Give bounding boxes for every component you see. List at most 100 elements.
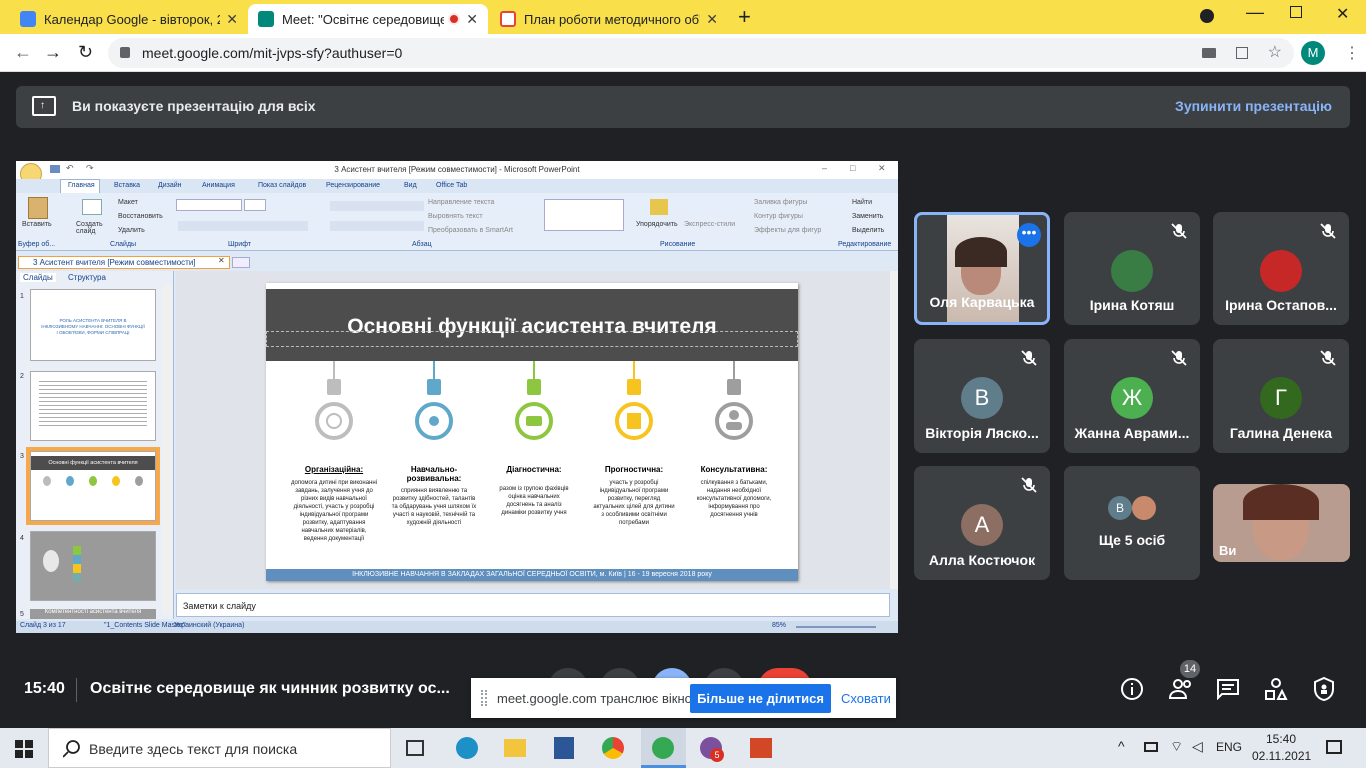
info-icon[interactable] — [1120, 677, 1144, 701]
zoom-level[interactable]: 85% — [772, 622, 786, 629]
tab-gmail[interactable]: План роботи методичного об'є ✕ — [490, 4, 728, 34]
layout-button[interactable]: Макет — [118, 199, 138, 206]
chat-icon[interactable] — [1216, 678, 1240, 700]
bookmark-star-icon[interactable]: ☆ — [1268, 38, 1282, 68]
wifi-icon[interactable]: ⌔ — [1170, 738, 1183, 756]
replace-button[interactable]: Заменить — [852, 213, 883, 220]
reset-button[interactable]: Восстановить — [118, 213, 163, 220]
profile-avatar[interactable]: M — [1301, 41, 1325, 65]
more-participants-tile[interactable]: В Ще 5 осіб — [1064, 466, 1200, 580]
forward-icon[interactable]: → — [44, 42, 62, 63]
powerpoint-icon[interactable] — [750, 738, 772, 758]
tab-meet[interactable]: Meet: "Освітнє середовище ✕ — [248, 4, 488, 34]
participant-tile[interactable]: Ірина Остапов... — [1213, 212, 1349, 325]
ribbon-tab[interactable]: Анимация — [202, 182, 235, 189]
word-icon[interactable] — [554, 737, 574, 759]
slide-thumbnail[interactable]: РОЛЬ АСИСТЕНТА ВЧИТЕЛЯ В ІНКЛЮЗИВНОМУ НА… — [30, 289, 156, 361]
slide-thumbnail-selected[interactable]: Основні функції асистента вчителя — [30, 451, 156, 521]
ppt-maximize[interactable]: □ — [850, 163, 855, 173]
people-icon[interactable] — [1168, 678, 1194, 700]
list-buttons[interactable] — [330, 201, 424, 211]
ribbon-tab[interactable]: Office Tab — [436, 182, 467, 189]
participant-tile[interactable]: А Алла Костючок — [914, 466, 1050, 580]
input-language[interactable]: ENG — [1216, 740, 1242, 754]
shape-outline-button[interactable]: Контур фигуры — [754, 213, 803, 220]
slide-thumbnail[interactable] — [30, 531, 156, 601]
url-field[interactable]: meet.google.com/mit-jvps-sfy?authuser=0 … — [108, 38, 1294, 68]
document-tab[interactable]: 3 Асистент вчителя [Режим совместимости] — [18, 256, 230, 269]
close-icon[interactable]: ✕ — [226, 11, 238, 28]
quick-styles-label[interactable]: Экспресс-стили — [684, 221, 735, 228]
reload-icon[interactable]: ↻ — [78, 42, 93, 63]
participant-tile-speaking[interactable]: ••• Оля Карвацька — [914, 212, 1050, 325]
participant-tile[interactable]: Ж Жанна Аврами... — [1064, 339, 1200, 453]
slides-pane-scrollbar[interactable] — [162, 285, 172, 615]
task-view-icon[interactable] — [406, 740, 424, 756]
close-icon[interactable]: ✕ — [218, 256, 225, 265]
camera-icon[interactable] — [1202, 48, 1216, 58]
participant-tile[interactable]: В Вікторія Ляско... — [914, 339, 1050, 453]
self-view-tile[interactable]: Ви — [1213, 484, 1350, 562]
tab-search-icon[interactable] — [1200, 9, 1214, 23]
new-tab-button[interactable]: + — [738, 4, 751, 30]
notes-pane[interactable]: Заметки к слайду — [176, 593, 890, 617]
battery-icon[interactable] — [1144, 742, 1158, 752]
drag-handle-icon[interactable] — [481, 690, 487, 706]
paste-icon[interactable] — [28, 197, 48, 219]
slide-thumbnail[interactable]: Компетентності асистента вчителя — [30, 609, 156, 619]
restore-button[interactable] — [1290, 6, 1302, 18]
close-icon[interactable]: ✕ — [466, 11, 478, 28]
volume-icon[interactable]: ◁ — [1192, 738, 1203, 755]
taskbar-search-box[interactable]: Введите здесь текст для поиска — [48, 728, 391, 768]
chrome-profile-icon[interactable] — [652, 737, 674, 759]
tab-calendar[interactable]: Календар Google - вівторок, 2 л ✕ — [10, 4, 248, 34]
shapes-gallery[interactable] — [544, 199, 624, 231]
text-direction-button[interactable]: Направление текста — [428, 199, 494, 206]
font-size-field[interactable] — [244, 199, 266, 211]
zoom-slider[interactable] — [796, 626, 876, 628]
participant-tile[interactable]: Ірина Котяш — [1064, 212, 1200, 325]
host-controls-icon[interactable] — [1312, 676, 1336, 702]
ribbon-tab[interactable]: Вид — [404, 182, 417, 189]
notifications-icon[interactable] — [1326, 740, 1342, 754]
ppt-close[interactable]: ✕ — [878, 163, 886, 174]
menu-kebab-icon[interactable]: ⋮ — [1344, 43, 1360, 63]
participant-tile[interactable]: Г Галина Денека — [1213, 339, 1349, 453]
close-icon[interactable]: ✕ — [706, 11, 718, 28]
more-options-icon[interactable]: ••• — [1017, 223, 1041, 247]
find-button[interactable]: Найти — [852, 199, 872, 206]
shape-effects-button[interactable]: Эффекты для фигур — [754, 227, 821, 234]
current-slide[interactable]: Основні функції асистента вчителя Органі… — [266, 283, 798, 581]
align-text-button[interactable]: Выровнять текст — [428, 213, 483, 220]
pane-tab-slides[interactable]: Слайды — [20, 273, 56, 282]
open-external-icon[interactable] — [1236, 47, 1248, 59]
windows-start-icon[interactable] — [15, 740, 33, 758]
align-buttons[interactable] — [330, 221, 424, 231]
select-button[interactable]: Выделить — [852, 227, 884, 234]
font-name-field[interactable] — [176, 199, 242, 211]
editor-scrollbar[interactable] — [890, 271, 898, 589]
ribbon-tab[interactable]: Рецензирование — [326, 182, 380, 189]
ribbon-tab[interactable]: Показ слайдов — [258, 182, 306, 189]
hide-button[interactable]: Сховати — [841, 691, 891, 706]
arrange-icon[interactable] — [650, 199, 668, 215]
smartart-button[interactable]: Преобразовать в SmartArt — [428, 227, 513, 234]
stop-sharing-button[interactable]: Більше не ділитися — [690, 684, 831, 713]
ribbon-tab[interactable]: Вставка — [114, 182, 140, 189]
chevron-up-icon[interactable]: ^ — [1118, 738, 1125, 754]
close-window-button[interactable]: ✕ — [1336, 4, 1349, 24]
edge-icon[interactable] — [456, 737, 478, 759]
minimize-button[interactable]: — — [1246, 2, 1264, 23]
font-format-buttons[interactable] — [178, 221, 308, 231]
back-icon[interactable]: ← — [14, 42, 32, 63]
delete-slide-button[interactable]: Удалить — [118, 227, 145, 234]
slide-thumbnail[interactable] — [30, 371, 156, 441]
activities-icon[interactable] — [1264, 677, 1288, 701]
new-slide-icon[interactable] — [82, 199, 102, 215]
file-explorer-icon[interactable] — [504, 739, 526, 757]
new-tab-icon[interactable] — [232, 257, 250, 268]
ppt-minimize[interactable]: – — [822, 163, 827, 173]
stop-presenting-button[interactable]: Зупинити презентацію — [1175, 98, 1332, 114]
ribbon-tab[interactable]: Дизайн — [158, 182, 182, 189]
ribbon-tab[interactable]: Главная — [68, 182, 95, 189]
